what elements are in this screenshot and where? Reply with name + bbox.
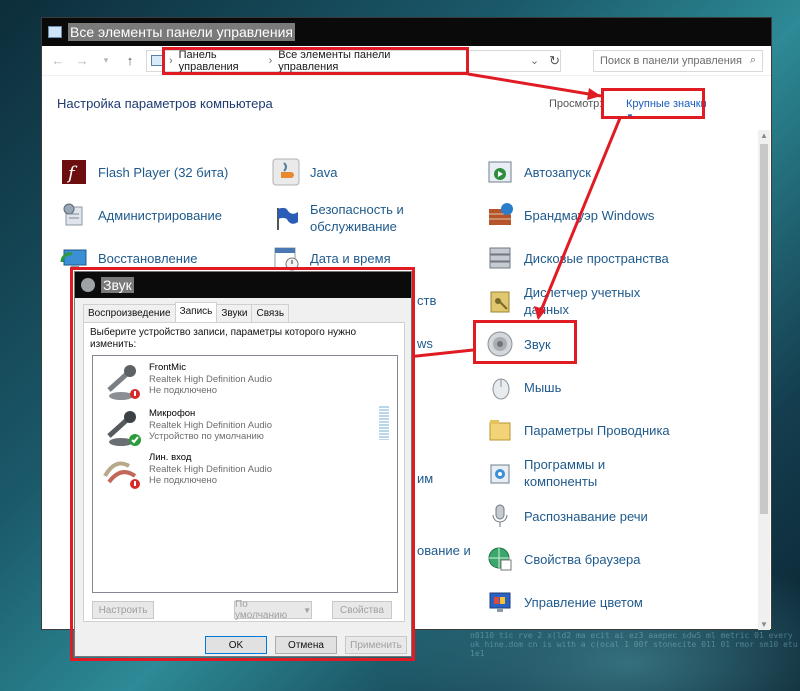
device-item-frontmic[interactable]: FrontMic Realtek High Definition Audio Н… (99, 362, 272, 402)
device-text: Микрофон Realtek High Definition Audio У… (149, 408, 272, 448)
chevron-down-icon: ▼ (303, 605, 311, 615)
dialog-titlebar: Звук (75, 272, 411, 298)
device-driver: Realtek High Definition Audio (149, 419, 273, 431)
instruction-text: Выберите устройство записи, параметры ко… (90, 327, 357, 350)
cancel-button[interactable]: Отмена (275, 636, 337, 654)
properties-button[interactable]: Свойства (332, 601, 392, 619)
apply-button[interactable]: Применить (345, 636, 407, 654)
device-text: Лин. вход Realtek High Definition Audio … (149, 452, 272, 492)
dialog-title: Звук (101, 277, 134, 293)
device-name: Лин. вход (149, 452, 192, 463)
device-status: Не подключено (149, 385, 218, 396)
device-status: Устройство по умолчанию (149, 431, 264, 442)
device-list[interactable]: FrontMic Realtek High Definition Audio Н… (92, 355, 398, 593)
microphone-device-icon (99, 408, 143, 448)
line-in-cable-icon (99, 452, 143, 492)
microphone-device-icon (99, 362, 143, 402)
device-text: FrontMic Realtek High Definition Audio Н… (149, 362, 272, 402)
tab-recording[interactable]: Запись (174, 302, 218, 323)
device-item-microphone[interactable]: Микрофон Realtek High Definition Audio У… (99, 408, 272, 448)
device-name: FrontMic (149, 362, 186, 373)
recording-panel: Выберите устройство записи, параметры ко… (83, 322, 405, 622)
device-driver: Realtek High Definition Audio (149, 373, 273, 385)
ok-button[interactable]: OK (205, 636, 267, 654)
configure-button[interactable]: Настроить (92, 601, 154, 619)
speaker-icon (81, 278, 95, 292)
level-meter (379, 406, 389, 440)
device-item-line-in[interactable]: Лин. вход Realtek High Definition Audio … (99, 452, 272, 492)
device-driver: Realtek High Definition Audio (149, 463, 273, 475)
set-default-button[interactable]: По умолчанию ▼ (234, 599, 312, 621)
sound-dialog: Звук Воспроизведение Запись Звуки Связь … (74, 271, 412, 657)
set-default-label: По умолчанию (235, 599, 288, 621)
device-status: Не подключено (149, 475, 218, 486)
device-name: Микрофон (149, 408, 196, 419)
